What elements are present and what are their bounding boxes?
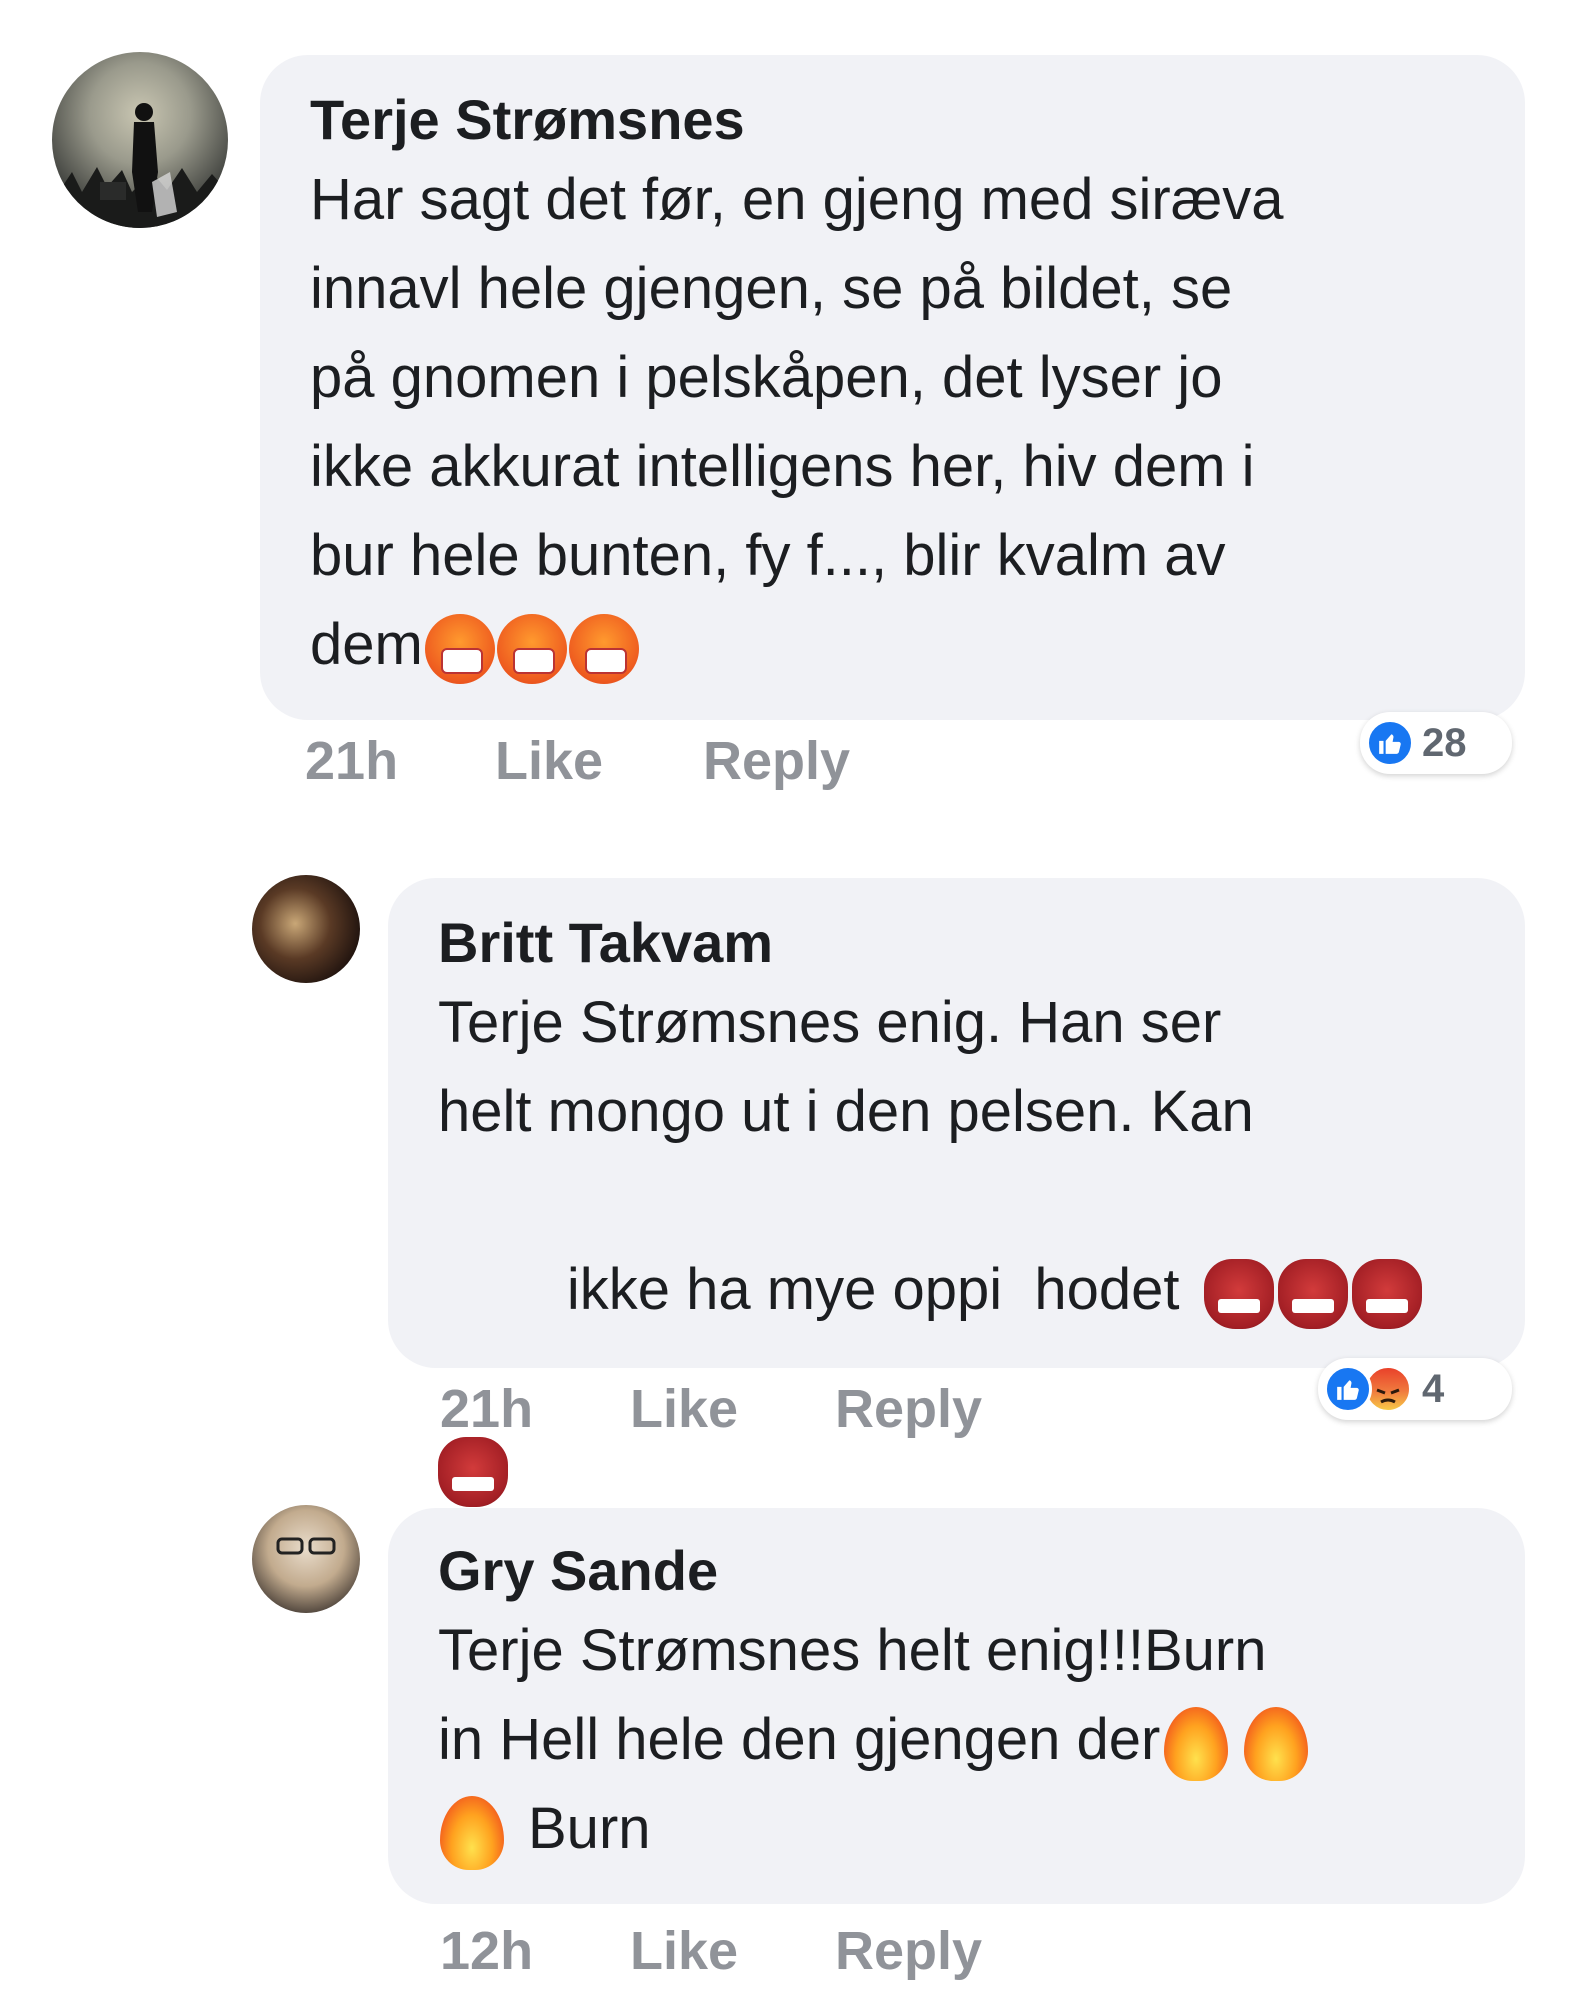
face-with-mask-icon (568, 613, 639, 684)
comment-author[interactable]: Terje Strømsnes (310, 85, 1475, 155)
comment-author[interactable]: Britt Takvam (438, 908, 1475, 978)
comment-author[interactable]: Gry Sande (438, 1536, 1475, 1606)
fire-icon (440, 1795, 504, 1870)
comment-line: ikke akkurat intelligens her, hiv dem i (310, 434, 1255, 499)
comment-time[interactable]: 21h (305, 730, 398, 792)
reaction-count: 4 (1422, 1366, 1445, 1411)
avatar-britt[interactable] (252, 875, 360, 983)
avatar-terje[interactable] (52, 52, 228, 228)
face-with-mask-icon (424, 613, 495, 684)
comment-line: Terje Strømsnes enig. Han ser (438, 990, 1222, 1055)
reply-button[interactable]: Reply (835, 1920, 982, 1982)
reply-button[interactable]: Reply (703, 730, 850, 792)
fire-icon (1164, 1706, 1229, 1781)
comment-line: in Hell hele den gjengen der (438, 1695, 1475, 1784)
like-reaction-icon (1366, 719, 1414, 767)
like-reaction-icon (1324, 1365, 1372, 1413)
ogre-icon (1203, 1258, 1274, 1329)
comment-line: innavl hele gjengen, se på bildet, se (310, 256, 1233, 321)
comment-line: Terje Strømsnes helt enig!!!Burn (438, 1618, 1267, 1683)
comment-line: på gnomen i pelskåpen, det lyser jo (310, 345, 1223, 410)
comment-line: Burn (438, 1784, 1475, 1873)
face-with-mask-icon (496, 613, 567, 684)
comment-time[interactable]: 12h (440, 1920, 533, 1982)
comment-bubble: Terje Strømsnes Har sagt det før, en gje… (260, 55, 1525, 720)
comment-line-text: dem (310, 612, 423, 677)
comment-line-text: Burn (528, 1796, 651, 1861)
ogre-icon (1277, 1258, 1348, 1329)
reaction-summary[interactable]: 28 (1360, 712, 1512, 774)
comment-line-text: ikke ha mye oppi hodet (566, 1257, 1180, 1322)
comment-line: helt mongo ut i den pelsen. Kan (438, 1079, 1254, 1144)
like-button[interactable]: Like (495, 730, 603, 792)
comment-line: bur hele bunten, fy f..., blir kvalm av (310, 523, 1226, 588)
comment-bubble: Britt Takvam Terje Strømsnes enig. Han s… (388, 878, 1525, 1507)
comment-line: dem (310, 600, 1475, 689)
reaction-summary[interactable]: 4 (1318, 1358, 1512, 1420)
like-button[interactable]: Like (630, 1920, 738, 1982)
comment-time[interactable]: 21h (440, 1378, 533, 1440)
ogre-icon (438, 1436, 508, 1507)
comment-line-text: in Hell hele den gjengen der (438, 1707, 1161, 1772)
reply-button[interactable]: Reply (835, 1378, 982, 1440)
ogre-icon (1351, 1258, 1422, 1329)
silhouette-icon (52, 103, 228, 228)
reaction-count: 28 (1422, 720, 1467, 765)
comment-bubble: Gry Sande Terje Strømsnes helt enig!!!Bu… (388, 1508, 1525, 1904)
comment-line: Har sagt det før, en gjeng med siræva (310, 167, 1284, 232)
fire-icon (1244, 1706, 1309, 1781)
glasses-icon (276, 1537, 336, 1555)
avatar-gry[interactable] (252, 1505, 360, 1613)
like-button[interactable]: Like (630, 1378, 738, 1440)
